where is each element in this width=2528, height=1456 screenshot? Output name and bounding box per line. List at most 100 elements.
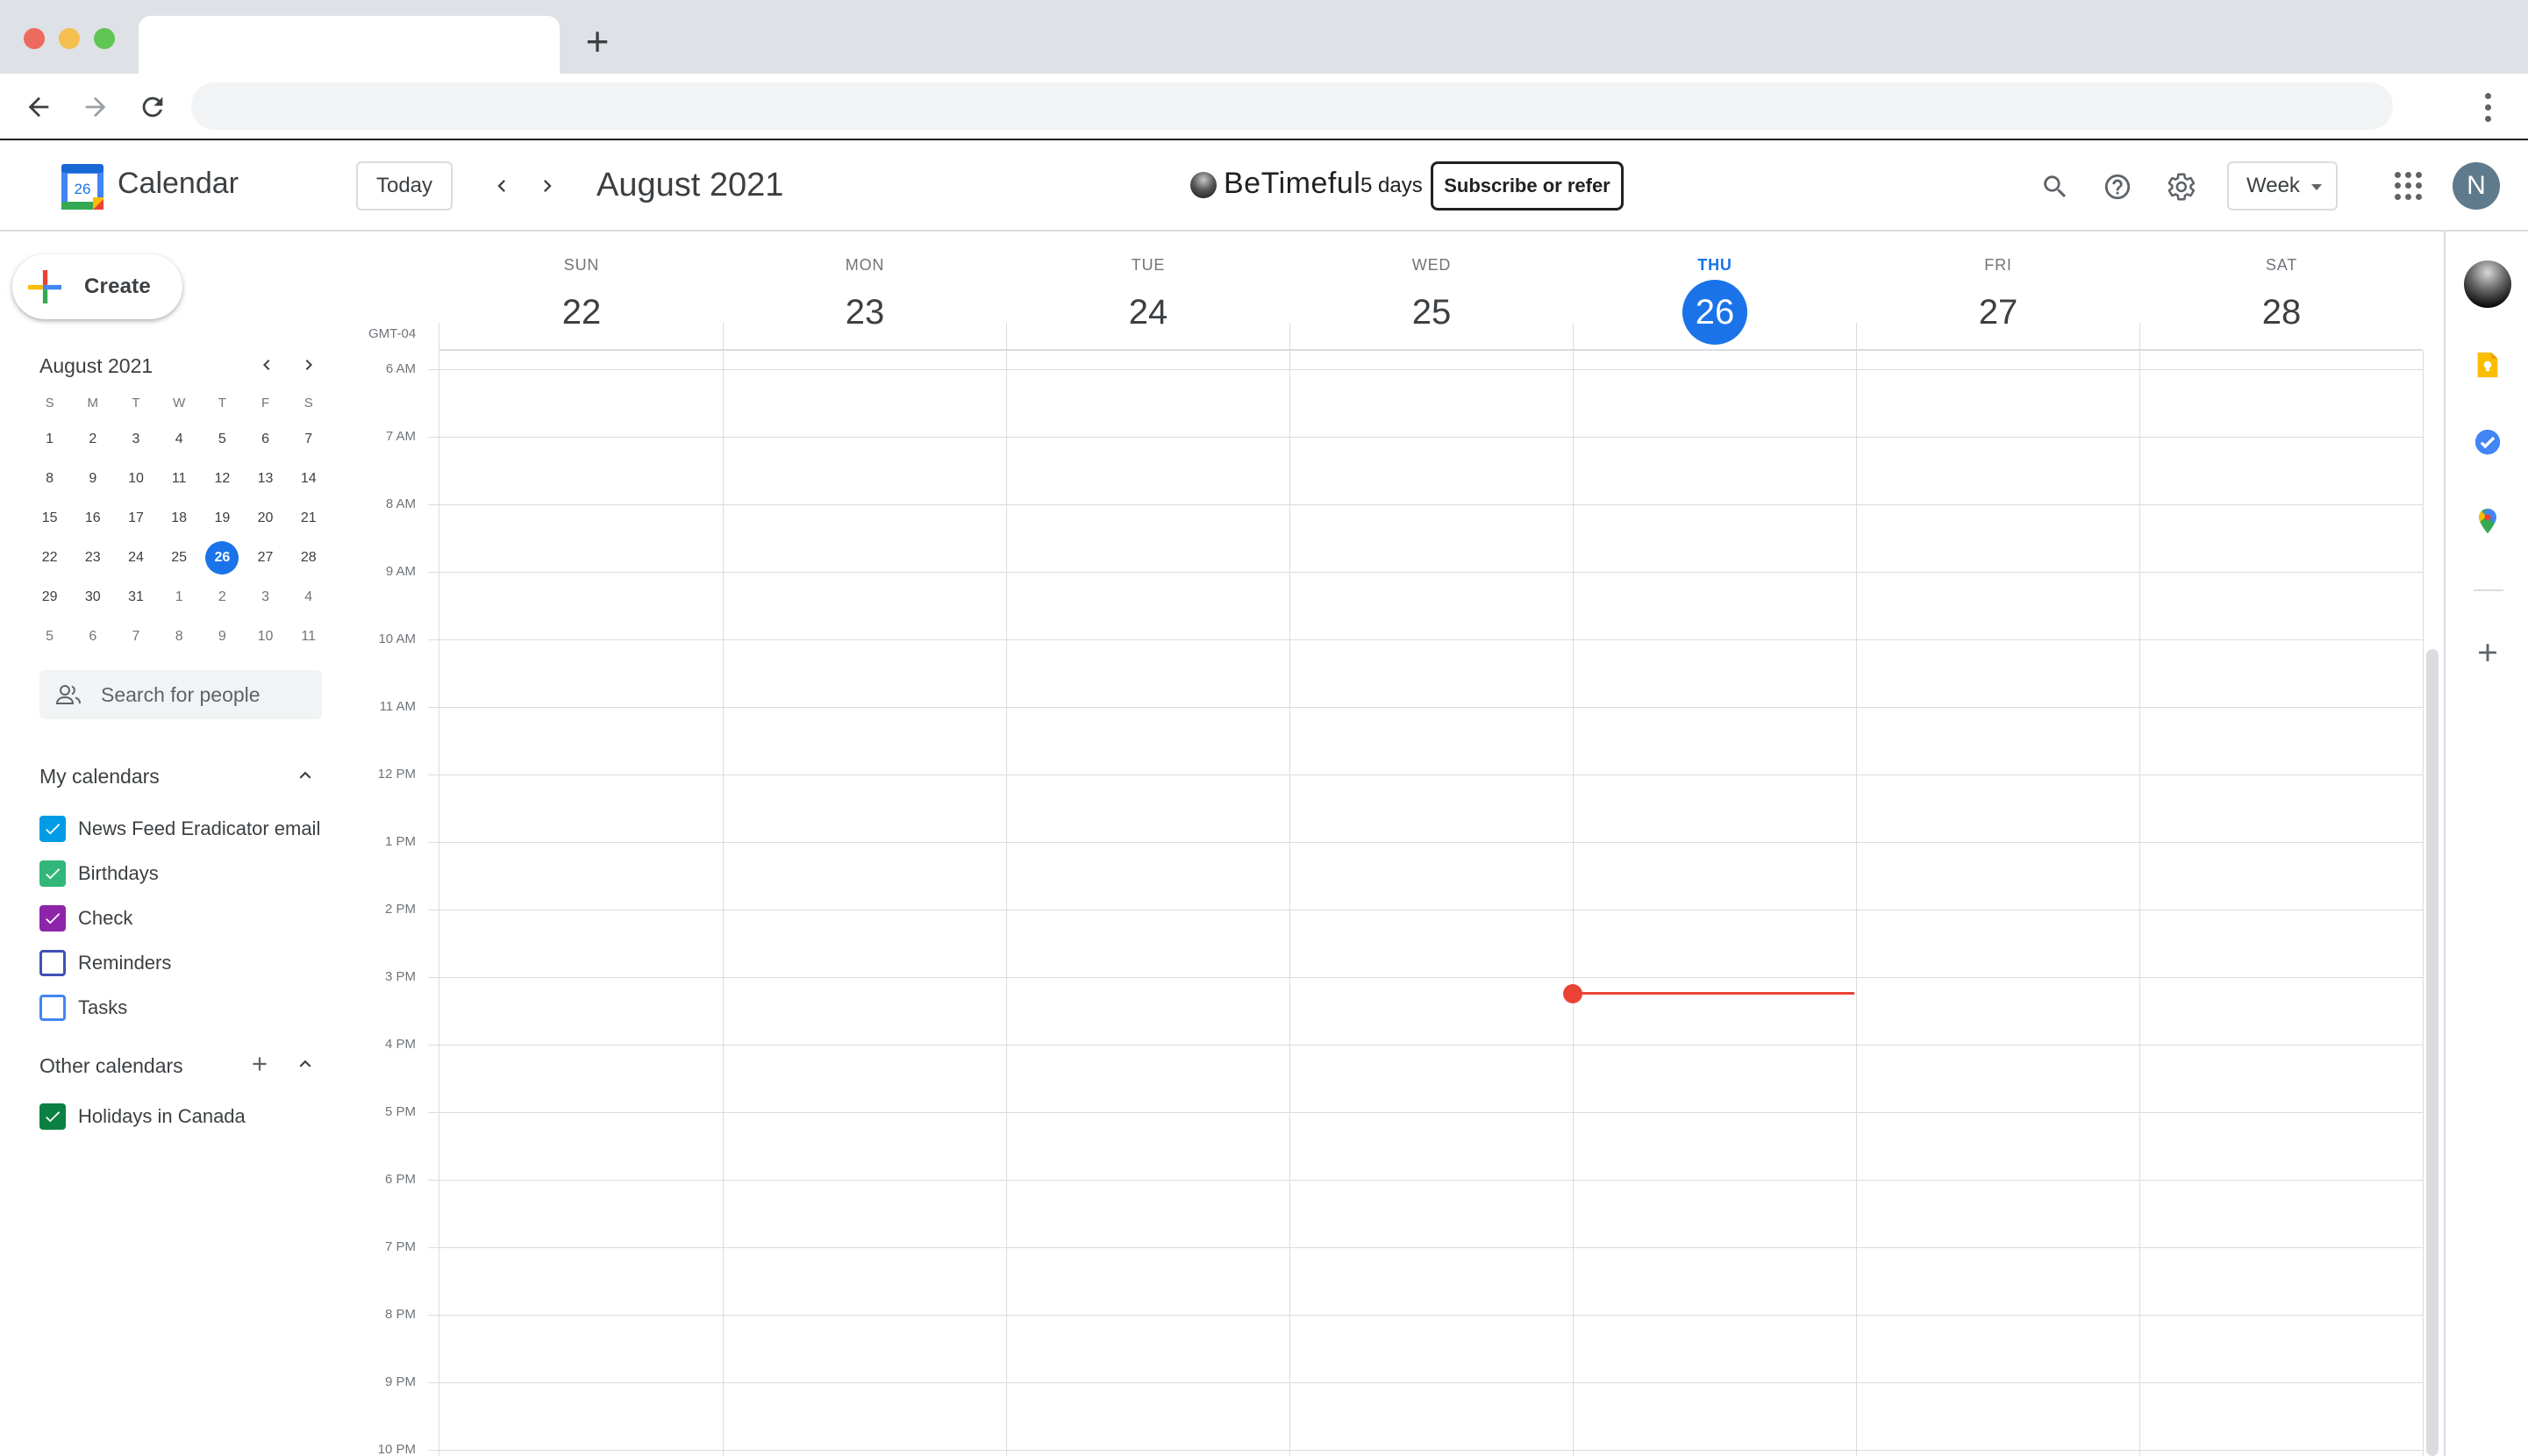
mini-day-next-month[interactable]: 8: [158, 629, 201, 645]
day-number[interactable]: 27: [1966, 280, 2031, 345]
window-minimize-button[interactable]: [59, 28, 80, 49]
new-tab-button[interactable]: +: [579, 21, 616, 61]
window-maximize-button[interactable]: [94, 28, 115, 49]
calendar-checkbox[interactable]: [39, 860, 66, 887]
calendar-item-reminders[interactable]: Reminders: [39, 948, 171, 978]
mini-day[interactable]: 19: [201, 510, 244, 526]
day-column-header-sun[interactable]: SUN 22: [528, 256, 635, 345]
mini-day-next-month[interactable]: 2: [201, 589, 244, 605]
day-number[interactable]: 28: [2249, 280, 2314, 345]
search-button[interactable]: [2037, 168, 2074, 205]
calendar-item-news-feed-eradicator[interactable]: News Feed Eradicator email: [39, 814, 320, 844]
day-number[interactable]: 25: [1399, 280, 1464, 345]
get-addons-button[interactable]: [2463, 628, 2512, 677]
previous-week-button[interactable]: [484, 168, 519, 203]
account-avatar[interactable]: N: [2453, 162, 2500, 210]
mini-day[interactable]: 22: [28, 550, 71, 566]
mini-day[interactable]: 9: [71, 471, 114, 487]
mini-day[interactable]: 30: [71, 589, 114, 605]
mini-day[interactable]: 17: [114, 510, 157, 526]
search-people-input[interactable]: Search for people: [39, 670, 322, 719]
calendar-item-tasks[interactable]: Tasks: [39, 993, 127, 1023]
day-number[interactable]: 22: [549, 280, 614, 345]
today-button[interactable]: Today: [356, 161, 453, 211]
calendar-item-check[interactable]: Check: [39, 903, 132, 933]
mini-day[interactable]: 8: [28, 471, 71, 487]
mini-day[interactable]: 15: [28, 510, 71, 526]
browser-tab[interactable]: [139, 16, 560, 74]
settings-button[interactable]: [2163, 168, 2200, 205]
mini-day[interactable]: 11: [158, 471, 201, 487]
mini-day[interactable]: 24: [114, 550, 157, 566]
betimeful-addon-button[interactable]: [2463, 260, 2512, 309]
browser-menu-button[interactable]: [2472, 86, 2503, 128]
mini-day[interactable]: 4: [158, 432, 201, 447]
mini-day[interactable]: 3: [114, 432, 157, 447]
mini-day-next-month[interactable]: 5: [28, 629, 71, 645]
mini-day[interactable]: 1: [28, 432, 71, 447]
mini-day-next-month[interactable]: 4: [287, 589, 330, 605]
calendar-checkbox[interactable]: [39, 995, 66, 1021]
mini-day-today[interactable]: 26: [201, 540, 244, 575]
calendar-checkbox[interactable]: [39, 905, 66, 931]
address-bar[interactable]: [191, 82, 2393, 130]
mini-day-next-month[interactable]: 3: [244, 589, 287, 605]
mini-day-next-month[interactable]: 1: [158, 589, 201, 605]
day-column-header-mon[interactable]: MON 23: [811, 256, 918, 345]
mini-day-next-month[interactable]: 6: [71, 629, 114, 645]
day-column-header-wed[interactable]: WED 25: [1378, 256, 1485, 345]
mini-calendar-prev-button[interactable]: [253, 351, 281, 379]
mini-day[interactable]: 5: [201, 432, 244, 447]
add-other-calendar-button[interactable]: [246, 1050, 274, 1078]
day-column-header-thu-today[interactable]: THU 26: [1661, 256, 1768, 345]
subscribe-or-refer-button[interactable]: Subscribe or refer: [1431, 161, 1624, 211]
mini-day[interactable]: 10: [114, 471, 157, 487]
mini-day[interactable]: 25: [158, 550, 201, 566]
mini-day[interactable]: 18: [158, 510, 201, 526]
mini-day[interactable]: 28: [287, 550, 330, 566]
view-selector[interactable]: Week: [2227, 161, 2338, 211]
google-apps-button[interactable]: [2395, 172, 2423, 200]
calendar-checkbox[interactable]: [39, 1103, 66, 1130]
mini-day[interactable]: 7: [287, 432, 330, 447]
next-week-button[interactable]: [530, 168, 565, 203]
mini-day[interactable]: 29: [28, 589, 71, 605]
keep-addon-button[interactable]: [2463, 340, 2512, 389]
back-button[interactable]: [18, 86, 60, 128]
other-calendars-collapse-button[interactable]: [291, 1050, 319, 1078]
day-column-header-sat[interactable]: SAT 28: [2228, 256, 2335, 345]
mini-day[interactable]: 20: [244, 510, 287, 526]
mini-day[interactable]: 12: [201, 471, 244, 487]
mini-day[interactable]: 31: [114, 589, 157, 605]
mini-day[interactable]: 16: [71, 510, 114, 526]
calendar-item-birthdays[interactable]: Birthdays: [39, 859, 159, 889]
maps-addon-button[interactable]: [2463, 496, 2512, 546]
mini-day-next-month[interactable]: 11: [287, 629, 330, 645]
reload-button[interactable]: [132, 86, 174, 128]
week-grid-scrollbar[interactable]: [2426, 649, 2439, 1456]
tasks-addon-button[interactable]: [2463, 418, 2512, 467]
window-close-button[interactable]: [24, 28, 45, 49]
help-button[interactable]: [2099, 168, 2136, 205]
mini-day-next-month[interactable]: 10: [244, 629, 287, 645]
forward-button[interactable]: [75, 86, 117, 128]
day-number[interactable]: 24: [1116, 280, 1181, 345]
mini-day[interactable]: 14: [287, 471, 330, 487]
create-button[interactable]: Create: [12, 254, 182, 319]
mini-day[interactable]: 13: [244, 471, 287, 487]
day-column-header-tue[interactable]: TUE 24: [1095, 256, 1202, 345]
mini-day[interactable]: 2: [71, 432, 114, 447]
calendar-checkbox[interactable]: [39, 816, 66, 842]
mini-day[interactable]: 27: [244, 550, 287, 566]
mini-day[interactable]: 23: [71, 550, 114, 566]
day-column-header-fri[interactable]: FRI 27: [1945, 256, 2052, 345]
day-number[interactable]: 23: [832, 280, 897, 345]
day-number-today[interactable]: 26: [1682, 280, 1747, 345]
mini-day[interactable]: 6: [244, 432, 287, 447]
mini-day-next-month[interactable]: 7: [114, 629, 157, 645]
mini-day-next-month[interactable]: 9: [201, 629, 244, 645]
mini-day[interactable]: 21: [287, 510, 330, 526]
mini-calendar-next-button[interactable]: [295, 351, 323, 379]
my-calendars-collapse-button[interactable]: [291, 761, 319, 789]
other-calendars-title[interactable]: Other calendars: [39, 1054, 183, 1078]
